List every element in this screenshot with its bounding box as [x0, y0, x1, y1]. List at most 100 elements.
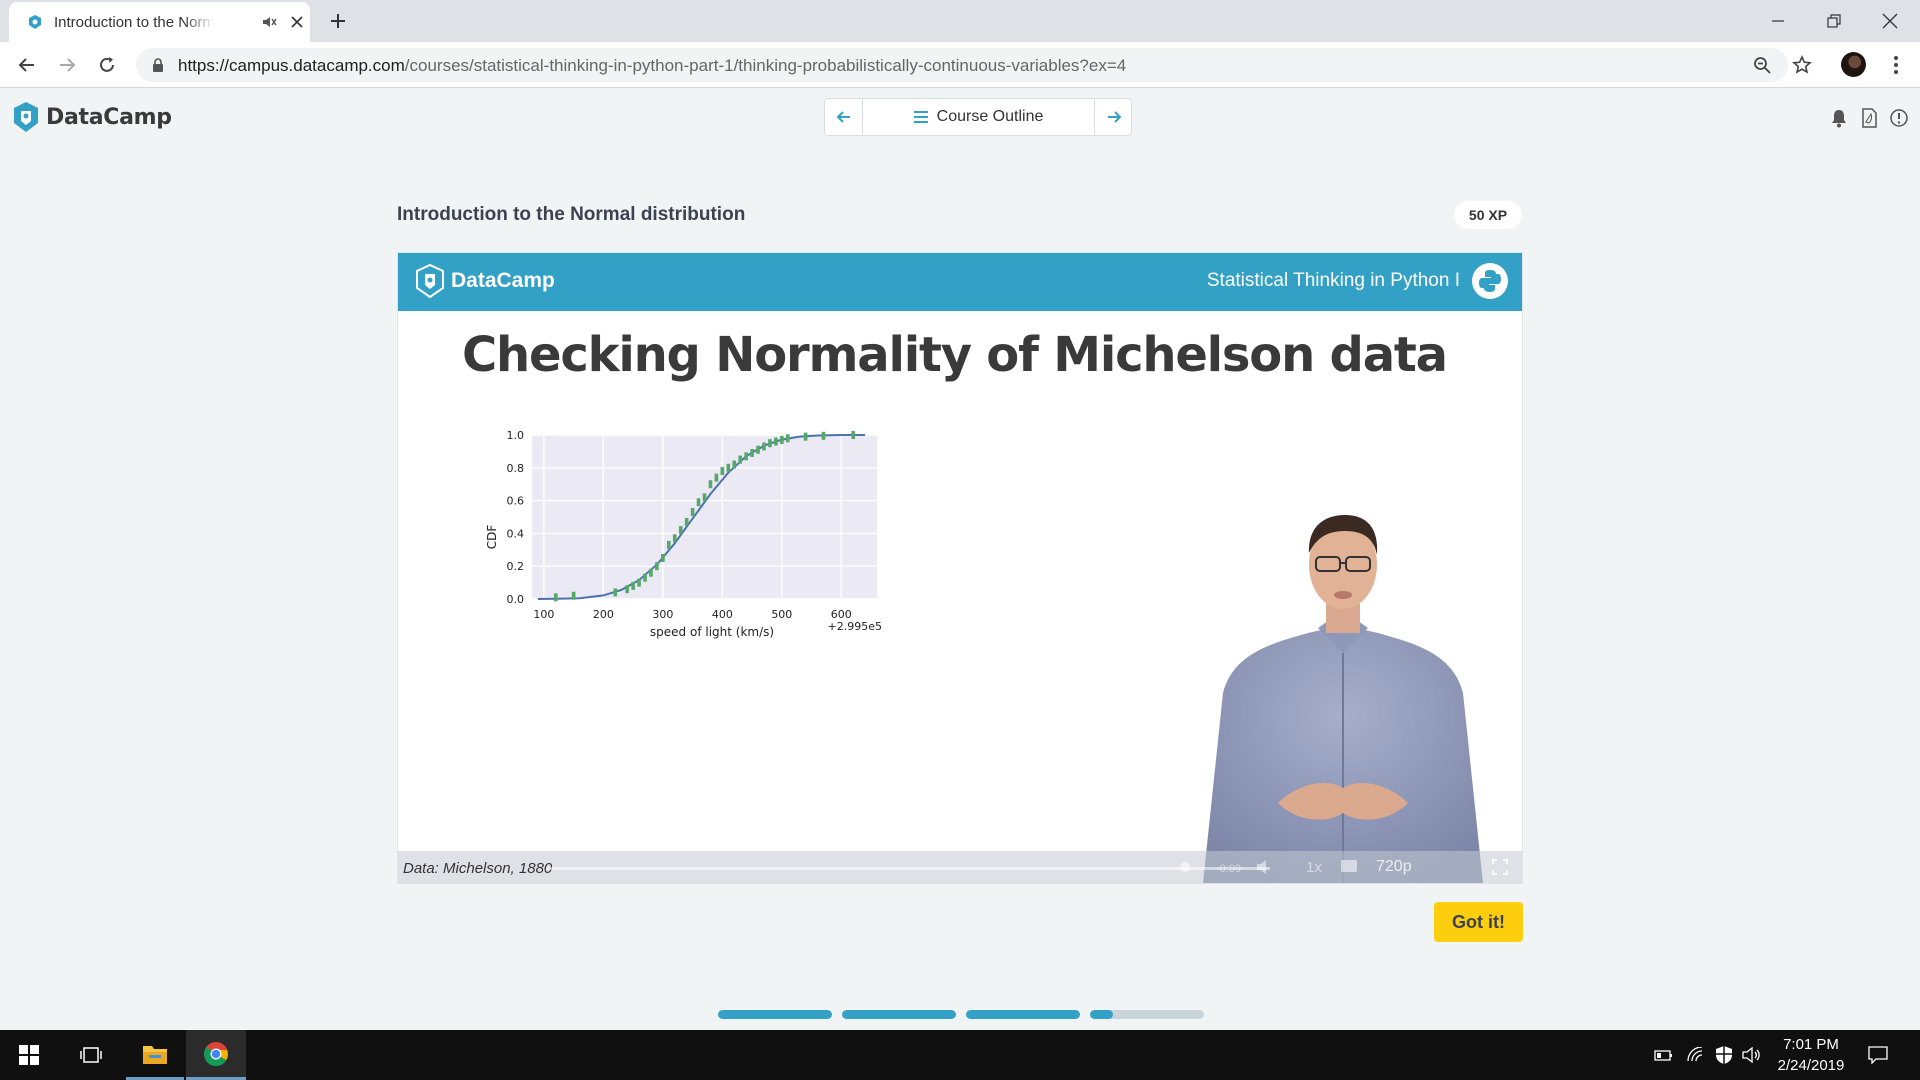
url-text: https://campus.datacamp.com/courses/stat…: [178, 56, 1126, 76]
next-exercise-button[interactable]: [1095, 99, 1132, 135]
progress-segment: [842, 1010, 956, 1019]
ecdf-point: [732, 460, 737, 469]
ecdf-point: [667, 540, 671, 549]
minimize-button[interactable]: [1750, 0, 1806, 42]
shield-icon[interactable]: [1714, 1045, 1734, 1065]
y-tick-label: 0.2: [507, 560, 525, 573]
python-icon: [1479, 270, 1501, 292]
volume-button[interactable]: [1256, 859, 1274, 879]
y-tick-label: 0.0: [507, 593, 525, 606]
slide-logo: DataCamp: [414, 263, 555, 299]
zoom-icon: [1754, 57, 1771, 74]
address-bar[interactable]: https://campus.datacamp.com/courses/stat…: [136, 48, 1788, 82]
x-axis-label: speed of light (km/s): [650, 625, 774, 639]
ecdf-point: [708, 480, 713, 489]
video-scrubber-handle[interactable]: [1180, 862, 1190, 872]
new-tab-icon[interactable]: [326, 9, 350, 33]
got-it-button[interactable]: Got it!: [1434, 902, 1523, 942]
file-explorer-button[interactable]: [126, 1030, 184, 1080]
ecdf-point: [821, 431, 826, 440]
course-navigation: Course Outline: [824, 98, 1132, 136]
playback-speed-button[interactable]: 1x: [1306, 859, 1322, 876]
tab-audio-icon[interactable]: [261, 14, 277, 30]
back-button[interactable]: [15, 53, 39, 77]
captions-button[interactable]: [1340, 859, 1358, 877]
zoom-button[interactable]: [1750, 53, 1774, 77]
arrow-right-icon: [1107, 111, 1121, 123]
arrow-left-icon: [836, 111, 850, 123]
cdf-chart-svg: 100 200 300 400 500 6000.00.20.40.60.81.0 spe…: [485, 429, 882, 639]
kebab-menu-icon[interactable]: [1884, 53, 1908, 77]
datacamp-logo-icon: [14, 102, 38, 132]
ecdf-point: [744, 452, 748, 461]
progress-segment-fill: [1090, 1010, 1113, 1019]
task-view-button[interactable]: [62, 1030, 120, 1080]
ecdf-point: [643, 573, 647, 582]
progress-segment: [718, 1010, 832, 1019]
video-scrubber[interactable]: [546, 867, 1270, 870]
ecdf-point: [690, 508, 695, 517]
reload-button[interactable]: [95, 53, 119, 77]
ecdf-point: [571, 591, 576, 600]
url-host: https://campus.datacamp.com: [178, 56, 405, 75]
datacamp-logo[interactable]: DataCamp: [12, 101, 172, 133]
minimize-icon: [1772, 20, 1784, 22]
progress-segment-fill: [966, 1010, 1080, 1019]
report-issue-button[interactable]: [1888, 107, 1910, 129]
forward-arrow-icon: [60, 58, 76, 72]
ecdf-point: [696, 498, 701, 507]
plot-area: [532, 435, 877, 599]
y-axis-label: CDF: [485, 525, 499, 550]
ecdf-point: [678, 526, 683, 535]
ecdf-point: [738, 455, 742, 464]
chrome-taskbar-button[interactable]: [186, 1030, 246, 1080]
system-clock[interactable]: 7:01 PM 2/24/2019: [1768, 1034, 1854, 1076]
pdf-icon: [1862, 108, 1877, 128]
tab-close-icon[interactable]: [289, 14, 305, 30]
progress-segment: [1090, 1010, 1204, 1019]
restore-icon: [1827, 14, 1841, 28]
video-controls: Data: Michelson, 1880 -0:09 1x 720p: [398, 851, 1522, 883]
notifications-button[interactable]: [1828, 107, 1850, 129]
xp-badge: 50 XP: [1454, 201, 1522, 229]
time-remaining: -0:09: [1216, 863, 1242, 875]
ecdf-point: [655, 562, 659, 571]
previous-exercise-button[interactable]: [825, 99, 862, 135]
ecdf-point: [637, 578, 641, 587]
windows-logo-icon: [19, 1045, 39, 1065]
lock-icon: [153, 58, 163, 72]
fullscreen-button[interactable]: [1492, 859, 1508, 879]
url-path: /courses/statistical-thinking-in-python-…: [404, 56, 1127, 75]
close-icon: [1882, 13, 1898, 29]
slides-pdf-button[interactable]: [1858, 107, 1880, 129]
start-button[interactable]: [0, 1030, 58, 1080]
restore-button[interactable]: [1806, 0, 1862, 42]
quality-button[interactable]: 720p: [1376, 858, 1412, 876]
back-arrow-icon: [18, 58, 34, 72]
ecdf-point: [785, 434, 790, 443]
browser-tab[interactable]: Introduction to the Normal distribution: [9, 2, 310, 42]
speaker-icon[interactable]: [1742, 1045, 1762, 1065]
slide-title: Checking Normality of Michelson data: [462, 327, 1448, 383]
alert-circle-icon: [1890, 109, 1908, 127]
progress-segment: [966, 1010, 1080, 1019]
folder-icon: [143, 1045, 167, 1064]
close-window-button[interactable]: [1862, 0, 1918, 42]
forward-button[interactable]: [55, 53, 79, 77]
course-outline-button[interactable]: Course Outline: [863, 99, 1093, 135]
bookmark-button[interactable]: [1790, 53, 1814, 77]
wifi-icon[interactable]: [1686, 1045, 1706, 1065]
slide-banner: DataCamp Statistical Thinking in Python …: [398, 253, 1522, 311]
x-axis-offset-label: +2.995e5: [828, 620, 882, 633]
ecdf-point: [625, 585, 629, 594]
ecdf-point: [756, 445, 760, 454]
slide-course-name: Statistical Thinking in Python I: [1206, 270, 1460, 291]
ecdf-point: [726, 463, 731, 472]
battery-icon[interactable]: [1654, 1045, 1674, 1065]
ecdf-point: [803, 432, 808, 441]
tab-title: Introduction to the Normal distribution: [54, 14, 214, 31]
profile-avatar[interactable]: [1841, 52, 1866, 77]
video-player[interactable]: DataCamp Statistical Thinking in Python …: [397, 252, 1523, 884]
x-tick-label: 100: [533, 608, 554, 621]
action-center-icon[interactable]: [1868, 1045, 1888, 1065]
